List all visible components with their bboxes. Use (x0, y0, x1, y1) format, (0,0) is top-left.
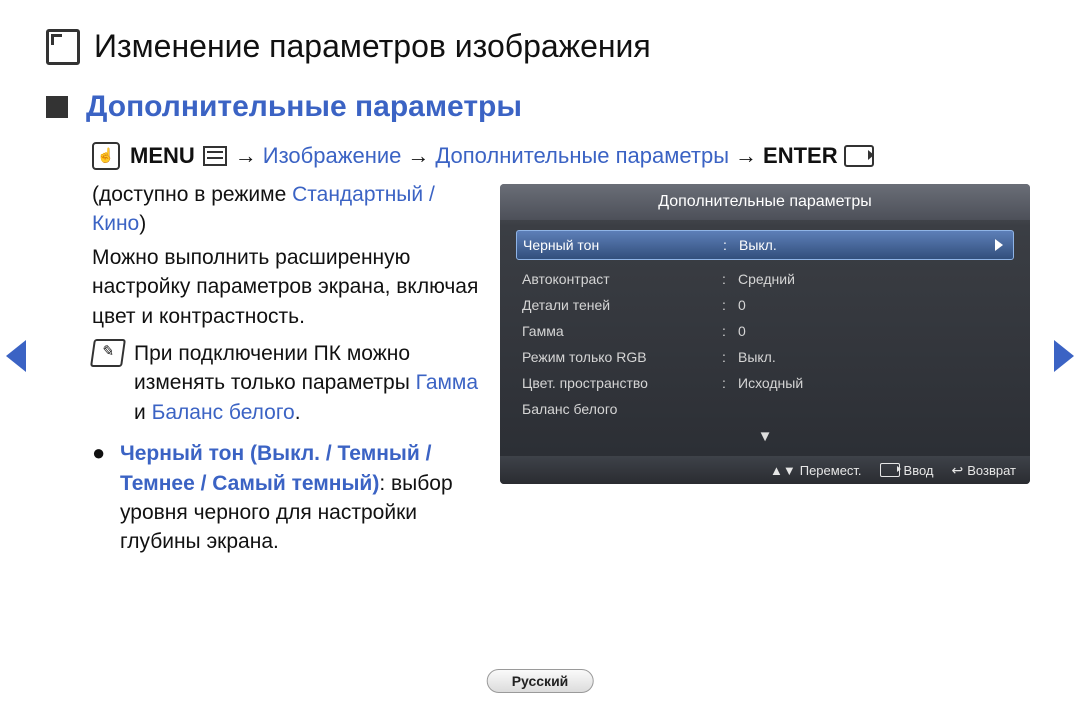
enter-label: ENTER (763, 143, 838, 169)
footer-move: Перемест. (800, 463, 862, 478)
path-segment: Дополнительные параметры (435, 143, 729, 169)
menu-icon (203, 146, 227, 166)
section-heading: Дополнительные параметры (86, 90, 522, 124)
osd-panel: Дополнительные параметры Черный тон:Выкл… (500, 184, 1030, 484)
menu-path: ☝ MENU → Изображение → Дополнительные па… (92, 142, 874, 170)
return-icon: ↩ (952, 462, 964, 479)
osd-row[interactable]: Цвет. пространство:Исходный (522, 370, 1008, 396)
bullet-icon: ● (92, 439, 120, 557)
osd-row[interactable]: Режим только RGB:Выкл. (522, 344, 1008, 370)
language-pill[interactable]: Русский (487, 669, 594, 693)
enter-icon (844, 145, 874, 167)
menu-label: MENU (130, 143, 195, 169)
enter-icon (880, 463, 900, 477)
osd-row[interactable]: Баланс белого (522, 396, 1008, 422)
arrow-icon: → (407, 143, 429, 169)
chevron-right-icon (995, 239, 1003, 251)
osd-footer: ▲▼ Перемест. Ввод ↩Возврат (500, 456, 1030, 484)
square-bullet-icon (46, 96, 68, 118)
arrow-icon: → (735, 143, 757, 169)
osd-row[interactable]: Автоконтраст:Средний (522, 266, 1008, 292)
note-icon: ✎ (90, 339, 126, 367)
intro-text: Можно выполнить расширенную настройку па… (92, 243, 482, 331)
availability-note: (доступно в режиме Стандартный / Кино) (92, 180, 482, 239)
updown-icon: ▲▼ (770, 463, 796, 478)
prev-page-button[interactable] (6, 340, 26, 372)
note-text: При подключении ПК можно изменять только… (134, 339, 482, 427)
osd-row-selected[interactable]: Черный тон:Выкл. (516, 230, 1014, 260)
footer-return: Возврат (967, 463, 1016, 478)
osd-row[interactable]: Гамма:0 (522, 318, 1008, 344)
more-indicator-icon: ▼ (522, 428, 1008, 445)
osd-body: Черный тон:Выкл. Автоконтраст:Средний Де… (500, 220, 1030, 445)
book-icon (46, 29, 80, 65)
hand-icon: ☝ (92, 142, 120, 170)
next-page-button[interactable] (1054, 340, 1074, 372)
footer-enter: Ввод (904, 463, 934, 478)
osd-row[interactable]: Детали теней:0 (522, 292, 1008, 318)
bullet-text: Черный тон (Выкл. / Темный / Темнее / Са… (120, 439, 482, 557)
arrow-icon: → (235, 143, 257, 169)
page-title: Изменение параметров изображения (94, 28, 651, 65)
osd-title: Дополнительные параметры (500, 184, 1030, 220)
path-segment: Изображение (263, 143, 402, 169)
